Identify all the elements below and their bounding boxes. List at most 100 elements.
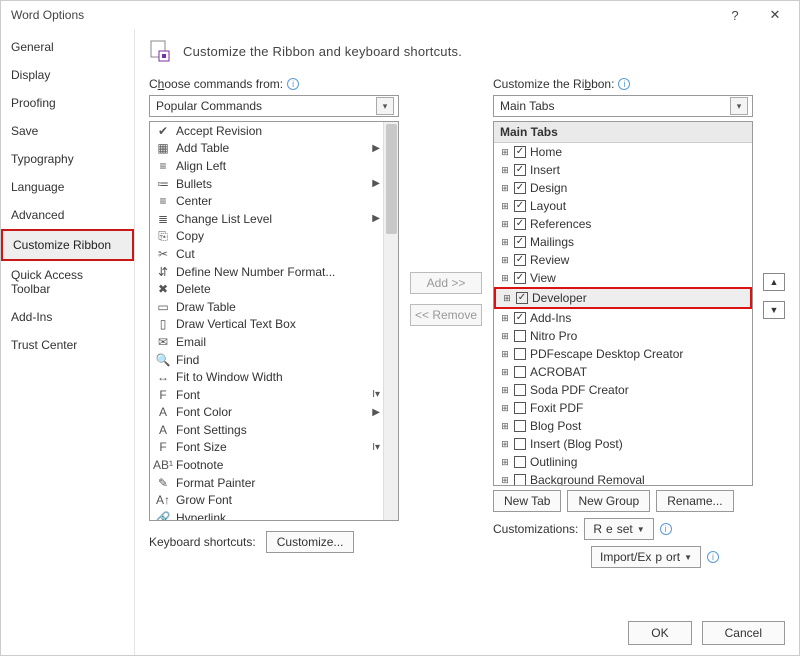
tab-item-outlining[interactable]: ⊞Outlining bbox=[494, 453, 752, 471]
command-item[interactable]: ⇵Define New Number Format... bbox=[150, 263, 398, 281]
ribbon-tabs-tree[interactable]: Main Tabs ⊞Home⊞Insert⊞Design⊞Layout⊞Ref… bbox=[493, 121, 753, 486]
new-group-button[interactable]: New Group bbox=[567, 490, 650, 512]
sidebar-item-customize-ribbon[interactable]: Customize Ribbon bbox=[1, 229, 134, 261]
command-item[interactable]: ⎘Copy bbox=[150, 228, 398, 246]
checkbox[interactable] bbox=[514, 200, 526, 212]
tab-item-acrobat[interactable]: ⊞ACROBAT bbox=[494, 363, 752, 381]
expand-icon[interactable]: ⊞ bbox=[500, 367, 510, 378]
tab-item-nitro-pro[interactable]: ⊞Nitro Pro bbox=[494, 327, 752, 345]
checkbox[interactable] bbox=[514, 272, 526, 284]
checkbox[interactable] bbox=[514, 474, 526, 486]
tab-item-insert-blog-post-[interactable]: ⊞Insert (Blog Post) bbox=[494, 435, 752, 453]
checkbox[interactable] bbox=[514, 348, 526, 360]
command-item[interactable]: ✎Format Painter bbox=[150, 474, 398, 492]
command-item[interactable]: FFontI▾ bbox=[150, 386, 398, 404]
info-icon[interactable]: i bbox=[660, 523, 672, 535]
checkbox[interactable] bbox=[514, 312, 526, 324]
move-up-button[interactable]: ▲ bbox=[763, 273, 785, 291]
command-item[interactable]: ≔Bullets▶ bbox=[150, 175, 398, 193]
tab-item-design[interactable]: ⊞Design bbox=[494, 179, 752, 197]
expand-icon[interactable]: ⊞ bbox=[500, 165, 510, 176]
close-button[interactable]: ✕ bbox=[755, 2, 795, 28]
info-icon[interactable]: i bbox=[707, 551, 719, 563]
checkbox[interactable] bbox=[514, 420, 526, 432]
help-button[interactable]: ? bbox=[715, 2, 755, 28]
tab-item-view[interactable]: ⊞View bbox=[494, 269, 752, 287]
expand-icon[interactable]: ⊞ bbox=[500, 457, 510, 468]
checkbox[interactable] bbox=[514, 456, 526, 468]
command-item[interactable]: ✖Delete bbox=[150, 280, 398, 298]
tab-item-pdfescape-desktop-creator[interactable]: ⊞PDFescape Desktop Creator bbox=[494, 345, 752, 363]
command-item[interactable]: ✔Accept Revision bbox=[150, 122, 398, 140]
expand-icon[interactable]: ⊞ bbox=[500, 237, 510, 248]
checkbox[interactable] bbox=[516, 292, 528, 304]
checkbox[interactable] bbox=[514, 164, 526, 176]
checkbox[interactable] bbox=[514, 438, 526, 450]
expand-icon[interactable]: ⊞ bbox=[500, 147, 510, 158]
command-item[interactable]: ≣Change List Level▶ bbox=[150, 210, 398, 228]
checkbox[interactable] bbox=[514, 366, 526, 378]
expand-icon[interactable]: ⊞ bbox=[500, 255, 510, 266]
command-item[interactable]: ↔Fit to Window Width bbox=[150, 368, 398, 386]
checkbox[interactable] bbox=[514, 402, 526, 414]
reset-button[interactable]: Reset ▼ bbox=[584, 518, 653, 540]
add-button[interactable]: Add >> bbox=[410, 272, 482, 294]
command-item[interactable]: ≡Align Left bbox=[150, 157, 398, 175]
customize-keyboard-button[interactable]: Customize... bbox=[266, 531, 355, 553]
command-item[interactable]: 🔗Hyperlink... bbox=[150, 509, 398, 521]
checkbox[interactable] bbox=[514, 254, 526, 266]
expand-icon[interactable]: ⊞ bbox=[500, 313, 510, 324]
move-down-button[interactable]: ▼ bbox=[763, 301, 785, 319]
sidebar-item-language[interactable]: Language bbox=[1, 173, 134, 201]
sidebar-item-typography[interactable]: Typography bbox=[1, 145, 134, 173]
tab-item-layout[interactable]: ⊞Layout bbox=[494, 197, 752, 215]
sidebar-item-save[interactable]: Save bbox=[1, 117, 134, 145]
tab-item-insert[interactable]: ⊞Insert bbox=[494, 161, 752, 179]
tab-item-blog-post[interactable]: ⊞Blog Post bbox=[494, 417, 752, 435]
rename-button[interactable]: Rename... bbox=[656, 490, 733, 512]
expand-icon[interactable]: ⊞ bbox=[500, 273, 510, 284]
commands-listbox[interactable]: ✔Accept Revision▦Add Table▶≡Align Left≔B… bbox=[149, 121, 399, 521]
tab-item-review[interactable]: ⊞Review bbox=[494, 251, 752, 269]
command-item[interactable]: ✉Email bbox=[150, 333, 398, 351]
expand-icon[interactable]: ⊞ bbox=[500, 385, 510, 396]
import-export-button[interactable]: Import/Export ▼ bbox=[591, 546, 701, 568]
expand-icon[interactable]: ⊞ bbox=[500, 439, 510, 450]
expand-icon[interactable]: ⊞ bbox=[500, 403, 510, 414]
tab-item-background-removal[interactable]: ⊞Background Removal bbox=[494, 471, 752, 486]
command-item[interactable]: AFont Color▶ bbox=[150, 404, 398, 422]
scroll-thumb[interactable] bbox=[386, 124, 397, 234]
command-item[interactable]: ▭Draw Table bbox=[150, 298, 398, 316]
info-icon[interactable]: i bbox=[618, 78, 630, 90]
checkbox[interactable] bbox=[514, 218, 526, 230]
command-item[interactable]: ▦Add Table▶ bbox=[150, 140, 398, 158]
tab-item-add-ins[interactable]: ⊞Add-Ins bbox=[494, 309, 752, 327]
checkbox[interactable] bbox=[514, 236, 526, 248]
tab-item-references[interactable]: ⊞References bbox=[494, 215, 752, 233]
expand-icon[interactable]: ⊞ bbox=[500, 349, 510, 360]
sidebar-item-advanced[interactable]: Advanced bbox=[1, 201, 134, 229]
tab-item-mailings[interactable]: ⊞Mailings bbox=[494, 233, 752, 251]
expand-icon[interactable]: ⊞ bbox=[502, 293, 512, 304]
sidebar-item-display[interactable]: Display bbox=[1, 61, 134, 89]
command-item[interactable]: AB¹Footnote bbox=[150, 456, 398, 474]
scrollbar[interactable] bbox=[383, 122, 398, 520]
expand-icon[interactable]: ⊞ bbox=[500, 331, 510, 342]
info-icon[interactable]: i bbox=[287, 78, 299, 90]
checkbox[interactable] bbox=[514, 182, 526, 194]
command-item[interactable]: AFont Settings bbox=[150, 421, 398, 439]
new-tab-button[interactable]: New Tab bbox=[493, 490, 561, 512]
expand-icon[interactable]: ⊞ bbox=[500, 475, 510, 486]
command-item[interactable]: ▯Draw Vertical Text Box bbox=[150, 316, 398, 334]
sidebar-item-quick-access-toolbar[interactable]: Quick Access Toolbar bbox=[1, 261, 134, 303]
ribbon-scope-dropdown[interactable]: Main Tabs ▾ bbox=[493, 95, 753, 117]
sidebar-item-proofing[interactable]: Proofing bbox=[1, 89, 134, 117]
tab-item-soda-pdf-creator[interactable]: ⊞Soda PDF Creator bbox=[494, 381, 752, 399]
remove-button[interactable]: << Remove bbox=[410, 304, 482, 326]
tab-item-home[interactable]: ⊞Home bbox=[494, 143, 752, 161]
checkbox[interactable] bbox=[514, 330, 526, 342]
command-item[interactable]: ≡Center bbox=[150, 192, 398, 210]
sidebar-item-general[interactable]: General bbox=[1, 33, 134, 61]
expand-icon[interactable]: ⊞ bbox=[500, 421, 510, 432]
tab-item-developer[interactable]: ⊞Developer bbox=[494, 287, 752, 309]
